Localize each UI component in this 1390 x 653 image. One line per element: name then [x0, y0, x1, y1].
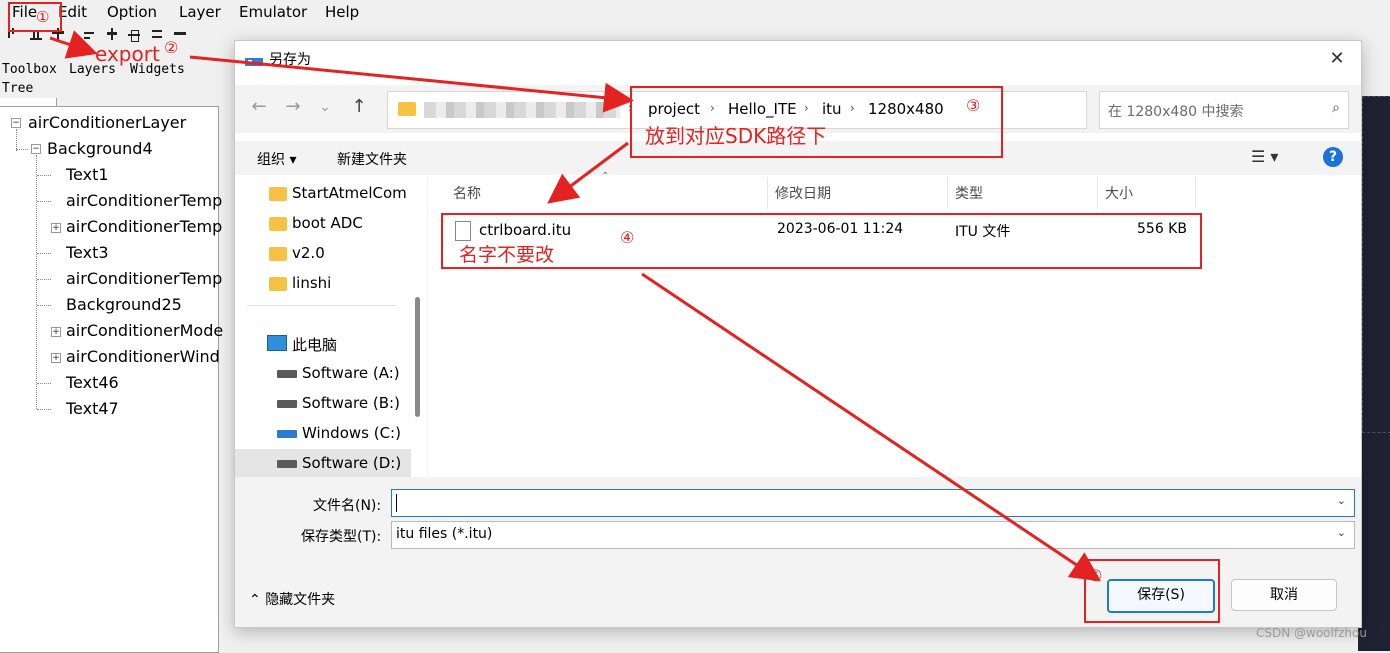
annotation-name-note: 名字不要改 [459, 244, 555, 266]
annotation-step-4: ④ [620, 228, 635, 247]
annotation-export: export [95, 42, 160, 66]
annotation-box-file [8, 2, 62, 32]
annotation-step-3: ③ [966, 96, 981, 115]
annotation-box-file [441, 213, 1202, 269]
annotation-step-1: ① [36, 8, 50, 26]
annotation-step-2: ② [164, 38, 179, 57]
watermark: CSDN @woolfzhou [1256, 626, 1367, 640]
annotation-step-5: ⑤ [1088, 566, 1103, 585]
annotation-path-note: 放到对应SDK路径下 [645, 124, 827, 148]
annotation-box-save [1084, 559, 1220, 623]
